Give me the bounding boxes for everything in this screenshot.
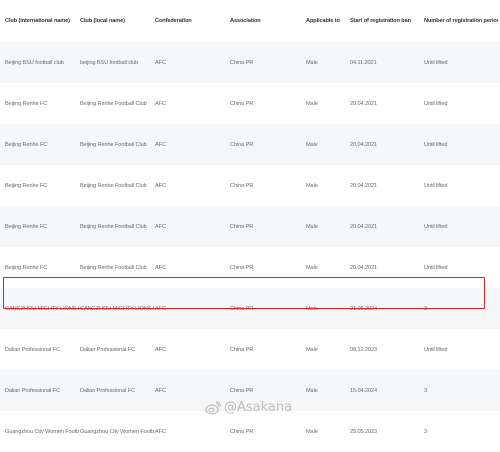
cell-registration-periods: Until lifted bbox=[424, 100, 448, 107]
cell-applicable-to: Male bbox=[306, 387, 318, 394]
header-registration-periods[interactable]: Number of registration periods bbox=[424, 0, 498, 24]
cell-start-of-ban: 25.05.2023 bbox=[350, 428, 377, 435]
cell-start-of-ban: 04.11.2021 bbox=[350, 59, 377, 66]
cell-start-of-ban: 20.04.2021 bbox=[350, 264, 377, 271]
cell-club-international: Guangzhou City Women Football Club bbox=[5, 428, 79, 435]
cell-confederation: AFC bbox=[155, 182, 166, 189]
cell-club-local: Beijing Renhe Football Club bbox=[80, 141, 147, 148]
cell-confederation: AFC bbox=[155, 264, 166, 271]
cell-registration-periods: Until lifted bbox=[424, 59, 448, 66]
cell-association: China PR bbox=[230, 346, 254, 353]
cell-association: China PR bbox=[230, 59, 254, 66]
registration-ban-table: Club (international name) Club (local na… bbox=[0, 0, 500, 452]
cell-registration-periods: 3 bbox=[424, 305, 428, 312]
cell-start-of-ban: 15.04.2024 bbox=[350, 387, 377, 394]
cell-confederation: AFC bbox=[155, 305, 166, 312]
table-row[interactable]: Beijing BSU football club beijing BSU fo… bbox=[0, 42, 500, 83]
header-association[interactable]: Association bbox=[230, 0, 300, 24]
cell-start-of-ban: 08.12.2023 bbox=[350, 346, 377, 353]
cell-applicable-to: Male bbox=[306, 141, 318, 148]
cell-association: China PR bbox=[230, 305, 254, 312]
cell-club-local: Guangzhou City Women Football Club bbox=[80, 428, 154, 435]
header-club-local[interactable]: Club (local name) bbox=[80, 0, 154, 24]
table-row[interactable]: Beijing Renhe FC Beijing Renhe Football … bbox=[0, 83, 500, 124]
cell-club-international: CANGZHOU MIGHTY LIONS FOOTBAL... bbox=[5, 305, 79, 312]
cell-registration-periods: Until lifted bbox=[424, 182, 448, 189]
table-row[interactable]: Beijing Renhe FC Beijing Renhe Football … bbox=[0, 206, 500, 247]
cell-applicable-to: Male bbox=[306, 182, 318, 189]
watermark-text: @Asakana bbox=[224, 400, 293, 415]
table-row[interactable]: Beijing Renhe FC Beijing Renhe Football … bbox=[0, 165, 500, 206]
cell-club-international: Beijing BSU football club bbox=[5, 59, 64, 66]
cell-applicable-to: Male bbox=[306, 428, 318, 435]
cell-registration-periods: Until lifted bbox=[424, 223, 448, 230]
cell-club-local: Beijing Renhe Football Club bbox=[80, 223, 147, 230]
cell-registration-periods: Until lifted bbox=[424, 141, 448, 148]
cell-registration-periods: Until lifted bbox=[424, 346, 448, 353]
cell-club-international: Beijing Renhe FC bbox=[5, 100, 48, 107]
weibo-icon bbox=[205, 400, 221, 415]
cell-applicable-to: Male bbox=[306, 264, 318, 271]
cell-association: China PR bbox=[230, 182, 254, 189]
cell-club-local: Beijing Renhe Football Club bbox=[80, 100, 147, 107]
header-applicable-to[interactable]: Applicable to bbox=[306, 0, 346, 24]
cell-confederation: AFC bbox=[155, 59, 166, 66]
cell-association: China PR bbox=[230, 428, 254, 435]
table-row[interactable]: Dalian Professional FC Dalian Profession… bbox=[0, 329, 500, 370]
table-row[interactable]: Guangzhou City Women Football Club Guang… bbox=[0, 411, 500, 452]
cell-confederation: AFC bbox=[155, 223, 166, 230]
cell-confederation: AFC bbox=[155, 100, 166, 107]
cell-club-international: Dalian Professional FC bbox=[5, 387, 61, 394]
cell-confederation: AFC bbox=[155, 141, 166, 148]
cell-applicable-to: Male bbox=[306, 223, 318, 230]
cell-club-international: Beijing Renhe FC bbox=[5, 182, 48, 189]
cell-applicable-to: Male bbox=[306, 305, 318, 312]
cell-club-local: Beijing Renhe Football Club bbox=[80, 264, 147, 271]
cell-association: China PR bbox=[230, 100, 254, 107]
cell-club-local: beijing BSU football club bbox=[80, 59, 139, 66]
cell-start-of-ban: 20.04.2021 bbox=[350, 223, 377, 230]
cell-confederation: AFC bbox=[155, 346, 166, 353]
header-confederation[interactable]: Confederation bbox=[155, 0, 225, 24]
cell-registration-periods: Until lifted bbox=[424, 264, 448, 271]
cell-start-of-ban: 21.06.2024 bbox=[350, 305, 377, 312]
cell-start-of-ban: 20.04.2021 bbox=[350, 182, 377, 189]
cell-applicable-to: Male bbox=[306, 346, 318, 353]
cell-applicable-to: Male bbox=[306, 59, 318, 66]
table-row-highlighted[interactable]: CANGZHOU MIGHTY LIONS FOOTBAL... CANGZHO… bbox=[0, 288, 500, 329]
cell-confederation: AFC bbox=[155, 428, 166, 435]
cell-club-international: Beijing Renhe FC bbox=[5, 264, 48, 271]
cell-start-of-ban: 20.04.2021 bbox=[350, 100, 377, 107]
cell-club-international: Beijing Renhe FC bbox=[5, 223, 48, 230]
cell-registration-periods: 3 bbox=[424, 387, 428, 394]
cell-registration-periods: 3 bbox=[424, 428, 428, 435]
cell-club-local: Dalian Professional FC bbox=[80, 346, 136, 353]
cell-club-local: Dalian Professional FC bbox=[80, 387, 136, 394]
watermark: @Asakana bbox=[205, 400, 292, 415]
table-header: Club (international name) Club (local na… bbox=[0, 0, 500, 42]
cell-association: China PR bbox=[230, 264, 254, 271]
cell-applicable-to: Male bbox=[306, 100, 318, 107]
cell-start-of-ban: 20.04.2021 bbox=[350, 141, 377, 148]
cell-club-international: Beijing Renhe FC bbox=[5, 141, 48, 148]
header-club-international[interactable]: Club (international name) bbox=[5, 0, 79, 24]
header-start-of-ban[interactable]: Start of registration ban bbox=[350, 0, 420, 24]
cell-club-local: Beijing Renhe Football Club bbox=[80, 182, 147, 189]
cell-club-local: CANGZHOU MIGHTY LIONS FOOTBAL... bbox=[80, 305, 154, 312]
cell-association: China PR bbox=[230, 223, 254, 230]
table-row[interactable]: Beijing Renhe FC Beijing Renhe Football … bbox=[0, 247, 500, 288]
cell-association: China PR bbox=[230, 141, 254, 148]
table-row[interactable]: Beijing Renhe FC Beijing Renhe Football … bbox=[0, 124, 500, 165]
cell-club-international: Dalian Professional FC bbox=[5, 346, 61, 353]
